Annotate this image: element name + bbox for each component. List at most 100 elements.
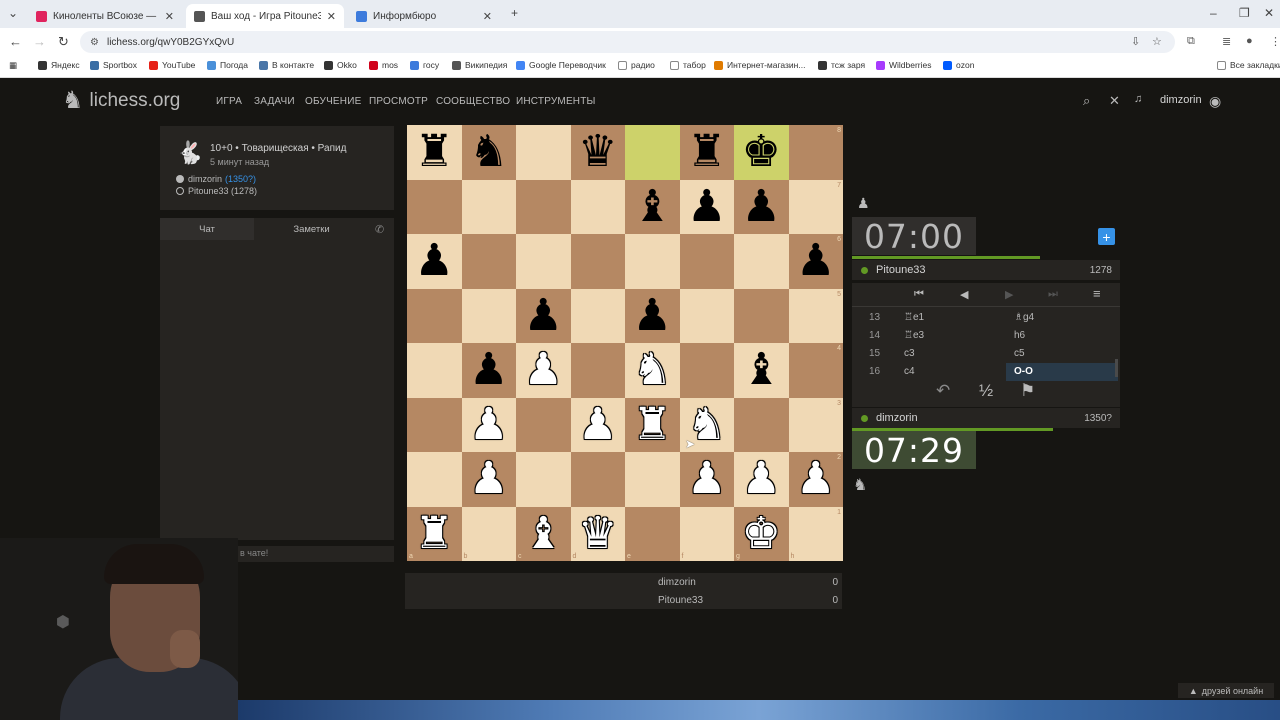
black-pawn-icon[interactable]: ♟ [789,234,844,289]
next-move-icon[interactable]: ▶ [1005,288,1013,301]
lichess-tv-icon[interactable]: ✕ [1109,93,1120,109]
square-h4[interactable]: 4 [788,343,843,398]
white-bishop-icon[interactable]: ♝ [516,507,571,562]
black-move[interactable]: c5 [1006,345,1118,363]
square-b3[interactable]: ♟ [461,397,517,453]
bookmark-star-icon[interactable]: ☆ [1152,35,1162,48]
white-knight-icon[interactable]: ♞ [625,343,680,398]
square-c5[interactable]: ♟ [516,288,571,344]
white-pawn-icon[interactable]: ♟ [789,452,844,507]
square-b4[interactable]: ♟ [461,343,517,398]
all-bookmarks-folder[interactable]: Все закладки [1217,60,1280,70]
forward-icon[interactable]: → [33,34,46,49]
browser-tab-0[interactable]: Киноленты ВСоюзе — смотре ✕ [28,4,182,28]
square-g4[interactable]: ♝ [734,343,789,398]
square-f8[interactable]: ♜ [679,125,734,180]
user-avatar-icon[interactable]: ◉ [1209,93,1221,110]
black-pawn-icon[interactable]: ♟ [407,234,462,289]
square-e6[interactable] [625,234,680,289]
square-b2[interactable]: ♟ [461,452,516,507]
friends-online-button[interactable]: ▲ друзей онлайн [1178,683,1274,698]
white-move[interactable]: ♖e1 [904,312,924,323]
tab-chat[interactable]: Чат [160,218,254,240]
tab-close-icon[interactable]: ✕ [165,10,174,23]
square-f4[interactable] [679,343,734,398]
nav-tools[interactable]: ИНСТРУМЕНТЫ [516,96,596,107]
black-player-link[interactable]: Pitoune33 (1278) [176,186,257,196]
square-f6[interactable] [679,234,734,289]
tab-close-icon[interactable]: ✕ [327,10,336,23]
white-king-icon[interactable]: ♚ [734,507,789,562]
browser-tab-1[interactable]: Ваш ход - Игра Pitoune33 • lichess ✕ [186,4,344,28]
bookmark-item[interactable]: Sportbox [90,60,137,70]
bookmark-item[interactable]: Погода [207,60,248,70]
last-move-icon[interactable]: ⏭ [1048,288,1058,301]
square-h2[interactable]: ♟ 2 [788,452,844,507]
nav-puzzles[interactable]: ЗАДАЧИ [254,96,295,107]
black-pawn-icon[interactable]: ♟ [516,289,571,344]
moves-scrollbar[interactable] [1115,359,1118,377]
square-d4[interactable] [570,343,625,398]
white-pawn-icon[interactable]: ♟ [571,398,626,453]
square-e8[interactable] [625,125,680,180]
bookmark-item[interactable]: Google Переводчик [516,60,606,70]
black-move[interactable]: h6 [1006,327,1118,345]
white-move[interactable]: ♖e3 [904,330,924,341]
new-tab-icon[interactable]: + [511,6,518,20]
black-move[interactable]: ♗g4 [1006,309,1118,327]
black-pawn-icon[interactable]: ♟ [734,180,789,235]
bookmark-item[interactable]: mos [369,60,398,70]
url-input[interactable]: ⚙ lichess.org/qwY0B2GYxQvU [80,31,1175,53]
black-pawn-icon[interactable]: ♟ [462,343,517,398]
nav-watch[interactable]: ПРОСМОТР [369,96,428,107]
square-h5[interactable]: 5 [788,288,843,343]
square-f2[interactable]: ♟ [679,452,734,507]
black-queen-icon[interactable]: ♛ [571,125,626,180]
bookmark-item[interactable]: тсж заря [818,60,865,70]
square-a2[interactable] [407,452,462,507]
tab-close-icon[interactable]: ✕ [483,10,492,23]
takeback-icon[interactable]: ↶ [936,381,950,401]
extensions-icon[interactable]: ⧉ [1187,35,1195,48]
square-h3[interactable]: 3 [788,397,843,452]
square-e5[interactable]: ♟ [625,288,680,343]
square-e7[interactable]: ♝ [625,179,680,234]
square-b1[interactable]: b [461,506,516,561]
square-g5[interactable] [734,288,789,343]
bookmark-item[interactable]: YouTube [149,60,195,70]
bookmark-item[interactable]: Okko [324,60,357,70]
minimize-icon[interactable]: – [1210,6,1217,20]
square-c4[interactable]: ♟ [516,343,571,398]
square-c2[interactable] [516,452,571,507]
square-g8[interactable]: ♚ [734,125,789,180]
square-a8[interactable]: ♜ [407,125,462,180]
white-pawn-icon[interactable]: ♟ [516,343,571,398]
black-king-icon[interactable]: ♚ [734,125,789,180]
square-d2[interactable] [570,452,625,507]
square-b8[interactable]: ♞ [461,125,516,180]
square-b5[interactable] [461,288,516,343]
square-c8[interactable] [516,125,571,180]
tab-list-icon[interactable]: ⌄ [8,6,18,20]
voice-chat-icon[interactable]: ✆ [375,223,384,236]
profile-avatar-icon[interactable]: ● [1246,35,1253,47]
square-a6[interactable]: ♟ [407,234,462,289]
moves-menu-icon[interactable]: ≡ [1093,286,1101,301]
square-a1[interactable]: ♜ a [407,506,462,561]
bookmark-item[interactable]: Википедия [452,60,507,70]
bookmark-item[interactable]: Wildberries [876,60,932,70]
square-e1[interactable]: e [625,506,680,561]
square-h1[interactable]: 1h [788,506,843,561]
square-b7[interactable] [461,179,516,234]
square-f7[interactable]: ♟ [679,179,734,234]
square-d8[interactable]: ♛ [570,125,626,180]
square-g3[interactable] [734,397,789,452]
bookmark-item[interactable]: радио [618,60,655,70]
white-pawn-icon[interactable]: ♟ [462,398,517,453]
bookmark-item[interactable]: Яндекс [38,60,80,70]
browser-menu-icon[interactable]: ⋮ [1270,35,1280,48]
first-move-icon[interactable]: ⏮ [914,288,924,301]
square-e4[interactable]: ♞ [625,343,680,398]
square-g2[interactable]: ♟ [734,452,789,507]
white-move[interactable]: c3 [904,348,915,359]
